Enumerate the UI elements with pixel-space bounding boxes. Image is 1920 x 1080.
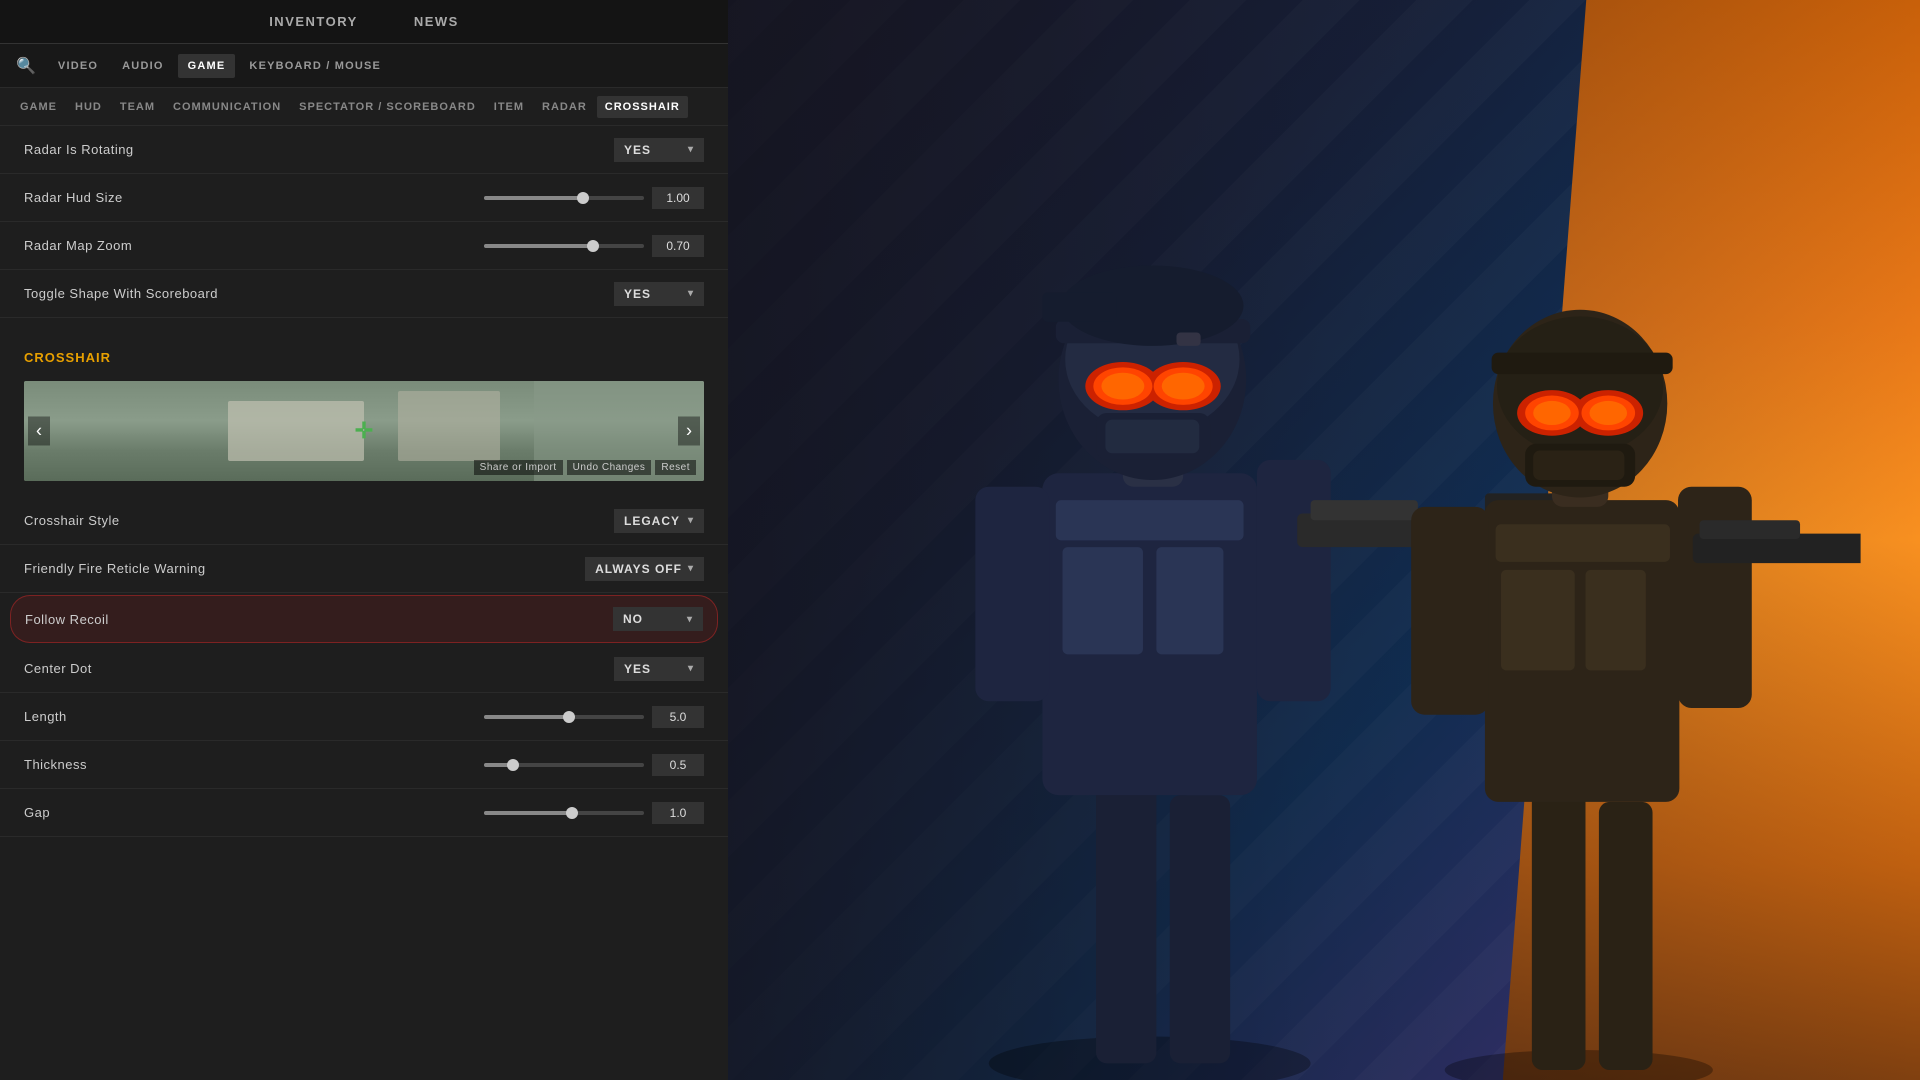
chevron-down-icon-2: ▾ xyxy=(688,288,694,299)
thickness-slider-track[interactable] xyxy=(484,763,644,767)
chevron-down-icon-5: ▾ xyxy=(687,614,693,625)
setting-row-thickness: Thickness xyxy=(0,741,728,789)
crosshair-prev-button[interactable]: ‹ xyxy=(28,417,50,446)
setting-row-radar-map-zoom: Radar Map Zoom xyxy=(0,222,728,270)
gap-slider-thumb xyxy=(566,807,578,819)
radar-hud-size-slider-track[interactable] xyxy=(484,196,644,200)
tab-game[interactable]: GAME xyxy=(178,54,236,78)
characters-svg xyxy=(788,108,1861,1080)
undo-changes-button[interactable]: Undo Changes xyxy=(567,460,652,475)
radar-hud-size-value[interactable] xyxy=(652,187,704,209)
subtab-spectator-scoreboard[interactable]: SPECTATOR / SCOREBOARD xyxy=(291,96,484,118)
crosshair-section-header: Crosshair xyxy=(0,334,728,373)
tab-video[interactable]: VIDEO xyxy=(48,54,108,78)
crosshair-style-label: Crosshair Style xyxy=(24,513,120,528)
follow-recoil-control: NO ▾ xyxy=(613,607,703,631)
nav-item-news[interactable]: NEWS xyxy=(406,10,467,33)
setting-row-gap: Gap xyxy=(0,789,728,837)
center-dot-control: YES ▾ xyxy=(614,657,704,681)
radar-map-zoom-label: Radar Map Zoom xyxy=(24,238,132,253)
thickness-label: Thickness xyxy=(24,757,87,772)
radar-map-zoom-slider-track[interactable] xyxy=(484,244,644,248)
bottom-spacer xyxy=(0,837,728,877)
setting-row-crosshair-style: Crosshair Style LEGACY ▾ xyxy=(0,497,728,545)
radar-is-rotating-control: YES ▾ xyxy=(614,138,704,162)
left-panel: INVENTORY NEWS 🔍 VIDEO AUDIO GAME KEYBOA… xyxy=(0,0,728,1080)
length-slider-track[interactable] xyxy=(484,715,644,719)
subtab-item[interactable]: ITEM xyxy=(486,96,532,118)
subtab-radar[interactable]: RADAR xyxy=(534,96,595,118)
crosshair-preview-container: ‹ › ✛ Share or Import Undo Changes Reset xyxy=(24,381,704,481)
radar-is-rotating-dropdown[interactable]: YES ▾ xyxy=(614,138,704,162)
crosshair-style-control: LEGACY ▾ xyxy=(614,509,704,533)
toggle-shape-label: Toggle Shape With Scoreboard xyxy=(24,286,218,301)
nav-item-inventory[interactable]: INVENTORY xyxy=(261,10,366,33)
gap-slider-track[interactable] xyxy=(484,811,644,815)
friendly-fire-label: Friendly Fire Reticle Warning xyxy=(24,561,206,576)
crosshair-actions: Share or Import Undo Changes Reset xyxy=(474,460,696,475)
friendly-fire-control: ALWAYS OFF ▾ xyxy=(585,557,704,581)
gap-slider-fill xyxy=(484,811,572,815)
radar-map-zoom-value[interactable] xyxy=(652,235,704,257)
sub-tabs: GAME HUD TEAM COMMUNICATION SPECTATOR / … xyxy=(0,88,728,126)
crosshair-next-button[interactable]: › xyxy=(678,417,700,446)
chevron-down-icon-3: ▾ xyxy=(688,515,694,526)
setting-row-radar-is-rotating: Radar Is Rotating YES ▾ xyxy=(0,126,728,174)
setting-row-center-dot: Center Dot YES ▾ xyxy=(0,645,728,693)
thickness-slider-thumb xyxy=(507,759,519,771)
radar-is-rotating-label: Radar Is Rotating xyxy=(24,142,134,157)
radar-hud-size-slider-thumb xyxy=(577,192,589,204)
toggle-shape-dropdown[interactable]: YES ▾ xyxy=(614,282,704,306)
content-area: Radar Is Rotating YES ▾ Radar Hud Size R… xyxy=(0,126,728,1080)
radar-hud-size-control xyxy=(484,187,704,209)
setting-row-toggle-shape: Toggle Shape With Scoreboard YES ▾ xyxy=(0,270,728,318)
reset-button[interactable]: Reset xyxy=(655,460,696,475)
chevron-down-icon: ▾ xyxy=(688,144,694,155)
setting-row-friendly-fire: Friendly Fire Reticle Warning ALWAYS OFF… xyxy=(0,545,728,593)
search-icon[interactable]: 🔍 xyxy=(16,56,36,76)
length-control xyxy=(484,706,704,728)
game-art xyxy=(728,0,1920,1080)
length-slider-fill xyxy=(484,715,569,719)
thickness-control xyxy=(484,754,704,776)
gap-label: Gap xyxy=(24,805,50,820)
radar-map-zoom-slider-fill xyxy=(484,244,593,248)
subtab-team[interactable]: TEAM xyxy=(112,96,163,118)
radar-map-zoom-control xyxy=(484,235,704,257)
share-import-button[interactable]: Share or Import xyxy=(474,460,563,475)
length-slider-thumb xyxy=(563,711,575,723)
character-right xyxy=(1411,310,1860,1080)
toggle-shape-control: YES ▾ xyxy=(614,282,704,306)
radar-hud-size-label: Radar Hud Size xyxy=(24,190,123,205)
tab-audio[interactable]: AUDIO xyxy=(112,54,173,78)
settings-tabs: 🔍 VIDEO AUDIO GAME KEYBOARD / MOUSE xyxy=(0,44,728,88)
radar-hud-size-slider-fill xyxy=(484,196,583,200)
friendly-fire-dropdown[interactable]: ALWAYS OFF ▾ xyxy=(585,557,704,581)
chevron-down-icon-6: ▾ xyxy=(688,663,694,674)
length-value[interactable] xyxy=(652,706,704,728)
subtab-crosshair[interactable]: CROSSHAIR xyxy=(597,96,688,118)
setting-row-follow-recoil: Follow Recoil NO ▾ xyxy=(10,595,718,643)
follow-recoil-dropdown[interactable]: NO ▾ xyxy=(613,607,703,631)
subtab-game[interactable]: GAME xyxy=(12,96,65,118)
gap-control xyxy=(484,802,704,824)
gap-value[interactable] xyxy=(652,802,704,824)
spacer xyxy=(0,318,728,334)
subtab-hud[interactable]: HUD xyxy=(67,96,110,118)
radar-map-zoom-slider-thumb xyxy=(587,240,599,252)
tab-keyboard-mouse[interactable]: KEYBOARD / MOUSE xyxy=(239,54,391,78)
crosshair-symbol: ✛ xyxy=(355,420,373,442)
follow-recoil-label: Follow Recoil xyxy=(25,612,109,627)
crosshair-style-dropdown[interactable]: LEGACY ▾ xyxy=(614,509,704,533)
setting-row-radar-hud-size: Radar Hud Size xyxy=(0,174,728,222)
top-nav: INVENTORY NEWS xyxy=(0,0,728,44)
center-dot-label: Center Dot xyxy=(24,661,92,676)
center-dot-dropdown[interactable]: YES ▾ xyxy=(614,657,704,681)
length-label: Length xyxy=(24,709,67,724)
right-panel xyxy=(728,0,1920,1080)
thickness-value[interactable] xyxy=(652,754,704,776)
chevron-down-icon-4: ▾ xyxy=(688,563,694,574)
subtab-communication[interactable]: COMMUNICATION xyxy=(165,96,289,118)
setting-row-length: Length xyxy=(0,693,728,741)
